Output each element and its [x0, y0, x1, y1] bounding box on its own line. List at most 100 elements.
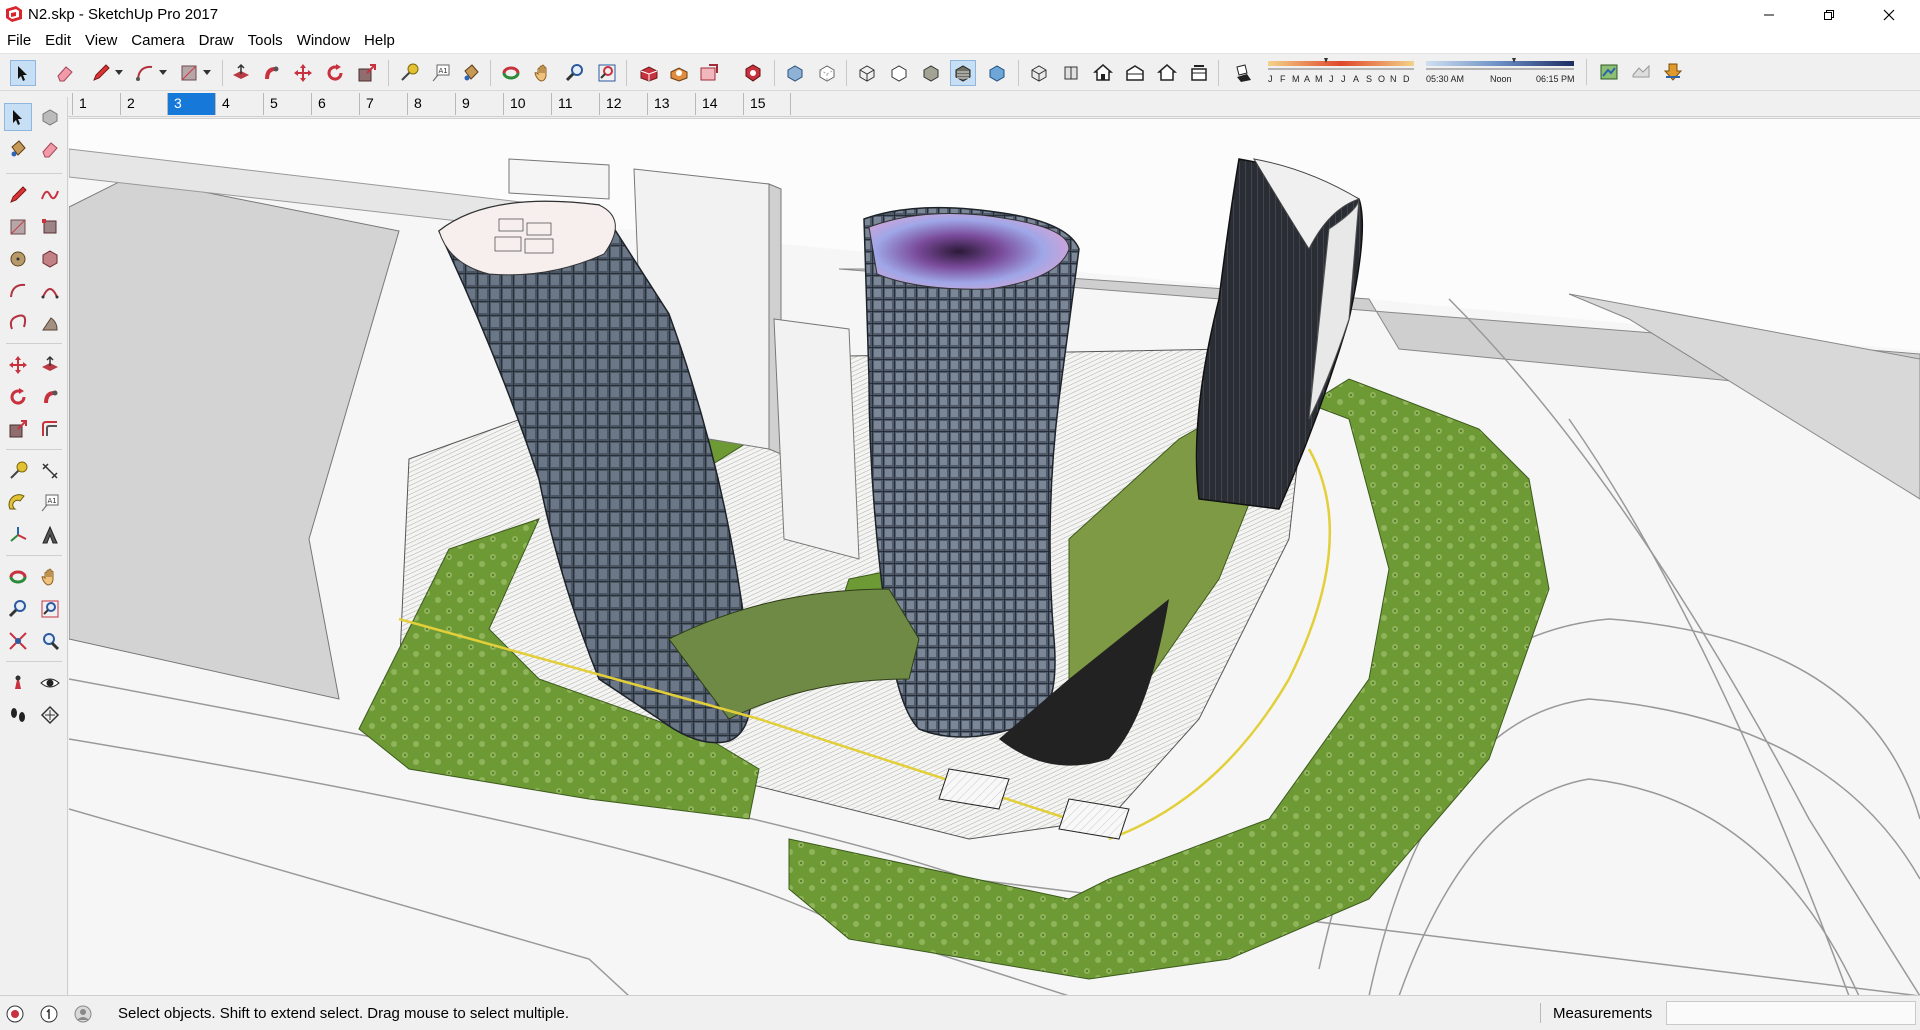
- freehand-tool[interactable]: [36, 181, 64, 209]
- extension-warehouse-button[interactable]: [740, 60, 766, 86]
- menu-edit[interactable]: Edit: [38, 29, 78, 53]
- scene-tab[interactable]: 7: [359, 93, 407, 115]
- menu-view[interactable]: View: [78, 29, 124, 53]
- shadow-time-slider[interactable]: 05:30 AM Noon 06:15 PM: [1426, 58, 1575, 86]
- axes-tool[interactable]: [4, 521, 32, 549]
- line-tool[interactable]: [4, 181, 32, 209]
- dimension-tool[interactable]: [36, 457, 64, 485]
- eraser-tool[interactable]: [36, 135, 64, 163]
- orbit-tool[interactable]: [4, 563, 32, 591]
- tape-measure-tool-button[interactable]: [396, 60, 422, 86]
- make-component-tool[interactable]: [36, 103, 64, 131]
- follow-me-tool-button[interactable]: [258, 60, 284, 86]
- menu-window[interactable]: Window: [290, 29, 357, 53]
- line-dropdown[interactable]: [112, 60, 126, 86]
- menu-draw[interactable]: Draw: [192, 29, 241, 53]
- pie-tool[interactable]: [36, 309, 64, 337]
- follow-me-tool[interactable]: [36, 383, 64, 411]
- tape-measure-tool[interactable]: [4, 457, 32, 485]
- polygon-tool[interactable]: [36, 245, 64, 273]
- shadows-toggle-button[interactable]: [1230, 60, 1256, 86]
- warehouse-button[interactable]: [636, 60, 662, 86]
- protractor-tool[interactable]: [4, 489, 32, 517]
- scene-tab[interactable]: 12: [599, 93, 647, 115]
- scene-tab[interactable]: 13: [647, 93, 695, 115]
- shaded-textures-style-button[interactable]: [950, 60, 976, 86]
- scene-tab[interactable]: 8: [407, 93, 455, 115]
- scene-tab[interactable]: 6: [311, 93, 359, 115]
- back-edges-button[interactable]: [814, 60, 840, 86]
- add-location-button[interactable]: [1596, 59, 1622, 85]
- user-account-icon[interactable]: [74, 1005, 92, 1023]
- pan-tool-button[interactable]: [530, 60, 556, 86]
- scene-tab-active[interactable]: 3: [167, 93, 215, 115]
- right-view-button[interactable]: [1122, 60, 1148, 86]
- front-view-button[interactable]: [1090, 60, 1116, 86]
- menu-file[interactable]: File: [0, 29, 38, 53]
- share-model-button[interactable]: [666, 60, 692, 86]
- rotate-tool[interactable]: [4, 383, 32, 411]
- photo-textures-button[interactable]: [1660, 59, 1686, 85]
- model-viewport[interactable]: [69, 118, 1920, 995]
- previous-view-tool[interactable]: [36, 627, 64, 655]
- look-around-tool[interactable]: [36, 669, 64, 697]
- zoom-tool[interactable]: [4, 595, 32, 623]
- paint-bucket-tool[interactable]: [4, 135, 32, 163]
- restore-button[interactable]: [1806, 0, 1852, 29]
- scene-tab[interactable]: 5: [263, 93, 311, 115]
- scene-tab[interactable]: 4: [215, 93, 263, 115]
- measurements-input[interactable]: [1666, 1001, 1916, 1025]
- zoom-extents-tool[interactable]: [4, 627, 32, 655]
- monochrome-style-button[interactable]: [984, 60, 1010, 86]
- arc-tool-button[interactable]: [132, 60, 158, 86]
- circle-tool[interactable]: [4, 245, 32, 273]
- back-view-button[interactable]: [1154, 60, 1180, 86]
- zoom-window-tool[interactable]: [36, 595, 64, 623]
- eraser-tool-button[interactable]: [52, 60, 78, 86]
- scale-tool-button[interactable]: [354, 60, 380, 86]
- scene-tab[interactable]: 15: [743, 93, 791, 115]
- share-component-button[interactable]: [696, 60, 722, 86]
- iso-view-button[interactable]: [1026, 60, 1052, 86]
- rotate-tool-button[interactable]: [322, 60, 348, 86]
- hidden-line-style-button[interactable]: [886, 60, 912, 86]
- arc-dropdown[interactable]: [156, 60, 170, 86]
- walk-tool[interactable]: [4, 701, 32, 729]
- top-view-button[interactable]: [1058, 60, 1084, 86]
- rectangle-tool-button[interactable]: [176, 60, 202, 86]
- scale-tool[interactable]: [4, 415, 32, 443]
- move-tool[interactable]: [4, 351, 32, 379]
- select-tool[interactable]: [4, 103, 32, 131]
- scene-tab[interactable]: 10: [503, 93, 551, 115]
- rectangle-tool[interactable]: [4, 213, 32, 241]
- left-view-button[interactable]: [1186, 60, 1212, 86]
- select-tool-button[interactable]: [10, 60, 36, 86]
- scene-tab[interactable]: 14: [695, 93, 743, 115]
- rotated-rectangle-tool[interactable]: [36, 213, 64, 241]
- push-pull-tool-button[interactable]: [228, 60, 254, 86]
- paint-bucket-tool-button[interactable]: [458, 60, 484, 86]
- close-button[interactable]: [1866, 0, 1912, 29]
- line-tool-button[interactable]: [88, 60, 114, 86]
- menu-tools[interactable]: Tools: [241, 29, 290, 53]
- orbit-tool-button[interactable]: [498, 60, 524, 86]
- two-point-arc-tool[interactable]: [36, 277, 64, 305]
- credits-icon[interactable]: [40, 1005, 58, 1023]
- offset-tool[interactable]: [36, 415, 64, 443]
- wireframe-style-button[interactable]: [854, 60, 880, 86]
- scene-tab[interactable]: 11: [551, 93, 599, 115]
- 3d-text-tool[interactable]: [36, 521, 64, 549]
- text-tool[interactable]: A1: [36, 489, 64, 517]
- minimize-button[interactable]: [1746, 0, 1792, 29]
- shape-dropdown[interactable]: [200, 60, 214, 86]
- shadow-date-slider[interactable]: J F M A M J J A S O N D: [1268, 58, 1414, 86]
- geolocation-icon[interactable]: [6, 1005, 24, 1023]
- menu-help[interactable]: Help: [357, 29, 402, 53]
- push-pull-tool[interactable]: [36, 351, 64, 379]
- shaded-style-button[interactable]: [918, 60, 944, 86]
- pan-tool[interactable]: [36, 563, 64, 591]
- move-tool-button[interactable]: [290, 60, 316, 86]
- xray-button[interactable]: [782, 60, 808, 86]
- scene-tab[interactable]: 2: [120, 93, 168, 115]
- menu-camera[interactable]: Camera: [124, 29, 191, 53]
